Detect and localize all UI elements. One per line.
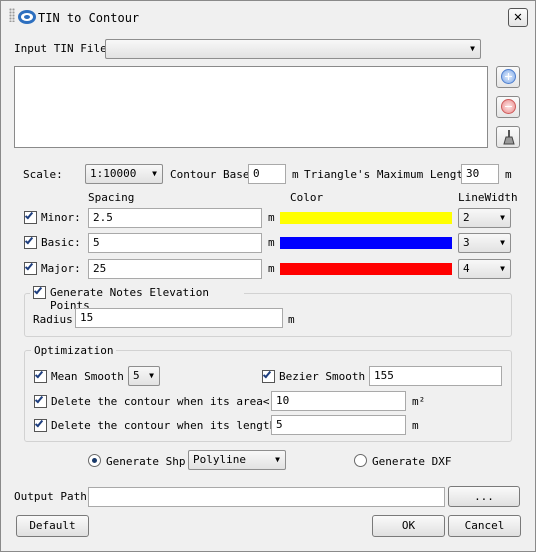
check-icon bbox=[34, 369, 44, 379]
mean-smooth-label: Mean Smooth bbox=[51, 370, 124, 383]
major-label: Major: bbox=[41, 262, 81, 275]
max-triangle-label: Triangle's Maximum Length bbox=[304, 168, 470, 181]
basic-label: Basic: bbox=[41, 236, 81, 249]
default-button[interactable]: Default bbox=[16, 515, 89, 537]
chevron-down-icon: ▼ bbox=[500, 213, 505, 222]
chevron-down-icon: ▼ bbox=[149, 371, 154, 380]
scale-label: Scale: bbox=[23, 168, 63, 181]
window-title: TIN to Contour bbox=[38, 11, 140, 25]
shp-type-value: Polyline bbox=[193, 453, 246, 466]
basic-spacing-input[interactable]: 5 bbox=[88, 233, 262, 253]
delete-length-unit: m bbox=[412, 419, 419, 432]
chevron-down-icon: ▼ bbox=[470, 44, 475, 53]
check-icon bbox=[24, 235, 34, 245]
chevron-down-icon: ▼ bbox=[152, 169, 157, 178]
app-logo-icon bbox=[18, 10, 36, 24]
mean-smooth-checkbox[interactable] bbox=[34, 369, 47, 383]
basic-checkbox[interactable] bbox=[24, 235, 37, 249]
contour-base-unit: m bbox=[292, 168, 299, 181]
optimization-title: Optimization bbox=[31, 344, 117, 357]
basic-unit: m bbox=[268, 236, 275, 249]
delete-area-checkbox[interactable] bbox=[34, 394, 47, 408]
generate-shp-label: Generate Shp bbox=[106, 455, 186, 468]
minor-linewidth-value: 2 bbox=[463, 211, 470, 224]
notes-checkbox[interactable] bbox=[33, 285, 46, 299]
major-spacing-input[interactable]: 25 bbox=[88, 259, 262, 279]
remove-file-button[interactable] bbox=[496, 96, 520, 118]
generate-dxf-radio[interactable] bbox=[354, 454, 367, 467]
major-linewidth-dropdown[interactable]: 4 ▼ bbox=[458, 259, 511, 279]
max-triangle-input[interactable]: 30 bbox=[461, 164, 499, 184]
title-bar[interactable]: TIN to Contour ✕ bbox=[0, 0, 536, 34]
drag-grip-icon[interactable] bbox=[9, 8, 15, 22]
check-icon bbox=[262, 369, 272, 379]
major-color-swatch[interactable] bbox=[280, 263, 452, 275]
radio-selected-icon bbox=[92, 458, 97, 463]
radius-input[interactable]: 15 bbox=[75, 308, 283, 328]
ok-button[interactable]: OK bbox=[372, 515, 445, 537]
radius-unit: m bbox=[288, 313, 295, 326]
chevron-down-icon: ▼ bbox=[275, 455, 280, 464]
minor-unit: m bbox=[268, 211, 275, 224]
check-icon bbox=[33, 285, 43, 295]
max-triangle-unit: m bbox=[505, 168, 512, 181]
bezier-smooth-input[interactable]: 155 bbox=[369, 366, 502, 386]
mean-smooth-dropdown[interactable]: 5 ▼ bbox=[128, 366, 160, 386]
minus-icon bbox=[501, 99, 516, 114]
generate-shp-radio[interactable] bbox=[88, 454, 101, 467]
close-icon: ✕ bbox=[513, 9, 523, 25]
color-header: Color bbox=[290, 191, 324, 204]
plus-icon bbox=[501, 69, 516, 84]
output-path-label: Output Path: bbox=[14, 490, 94, 503]
linewidth-header: LineWidth bbox=[458, 191, 518, 204]
major-unit: m bbox=[268, 262, 275, 275]
shp-type-dropdown[interactable]: Polyline ▼ bbox=[188, 450, 286, 470]
tin-file-list[interactable] bbox=[14, 66, 488, 148]
contour-base-input[interactable]: 0 bbox=[248, 164, 286, 184]
delete-area-input[interactable]: 10 bbox=[271, 391, 406, 411]
add-file-button[interactable] bbox=[496, 66, 520, 88]
scale-dropdown[interactable]: 1:10000 ▼ bbox=[85, 164, 163, 184]
broom-icon bbox=[503, 130, 515, 145]
check-icon bbox=[34, 418, 44, 428]
browse-button[interactable]: ... bbox=[448, 486, 520, 507]
minor-label: Minor: bbox=[41, 211, 81, 224]
chevron-down-icon: ▼ bbox=[500, 238, 505, 247]
generate-dxf-label: Generate DXF bbox=[372, 455, 452, 468]
bezier-smooth-checkbox[interactable] bbox=[262, 369, 275, 383]
contour-base-label: Contour Base bbox=[170, 168, 250, 181]
basic-color-swatch[interactable] bbox=[280, 237, 452, 249]
major-linewidth-value: 4 bbox=[463, 262, 470, 275]
delete-length-checkbox[interactable] bbox=[34, 418, 47, 432]
bezier-smooth-label: Bezier Smooth bbox=[279, 370, 366, 383]
input-tin-label: Input TIN File bbox=[14, 42, 107, 55]
chevron-down-icon: ▼ bbox=[500, 264, 505, 273]
major-checkbox[interactable] bbox=[24, 261, 37, 275]
input-tin-dropdown[interactable]: ▼ bbox=[105, 39, 481, 59]
minor-spacing-input[interactable]: 2.5 bbox=[88, 208, 262, 228]
clear-list-button[interactable] bbox=[496, 126, 520, 148]
spacing-header: Spacing bbox=[88, 191, 135, 204]
close-button[interactable]: ✕ bbox=[508, 8, 528, 27]
minor-linewidth-dropdown[interactable]: 2 ▼ bbox=[458, 208, 511, 228]
check-icon bbox=[24, 210, 34, 220]
delete-length-input[interactable]: 5 bbox=[271, 415, 406, 435]
minor-checkbox[interactable] bbox=[24, 210, 37, 224]
minor-color-swatch[interactable] bbox=[280, 212, 452, 224]
check-icon bbox=[24, 261, 34, 271]
output-path-input[interactable] bbox=[88, 487, 445, 507]
basic-linewidth-value: 3 bbox=[463, 236, 470, 249]
cancel-button[interactable]: Cancel bbox=[448, 515, 521, 537]
delete-area-unit: m² bbox=[412, 395, 426, 408]
notes-group-header: Generate Notes Elevation Points bbox=[30, 285, 244, 312]
delete-length-label: Delete the contour when its length< bbox=[51, 419, 283, 432]
delete-area-label: Delete the contour when its area< bbox=[51, 395, 270, 408]
basic-linewidth-dropdown[interactable]: 3 ▼ bbox=[458, 233, 511, 253]
scale-value: 1:10000 bbox=[90, 167, 137, 180]
radius-label: Radius bbox=[33, 313, 73, 326]
mean-smooth-value: 5 bbox=[133, 369, 140, 382]
check-icon bbox=[34, 394, 44, 404]
